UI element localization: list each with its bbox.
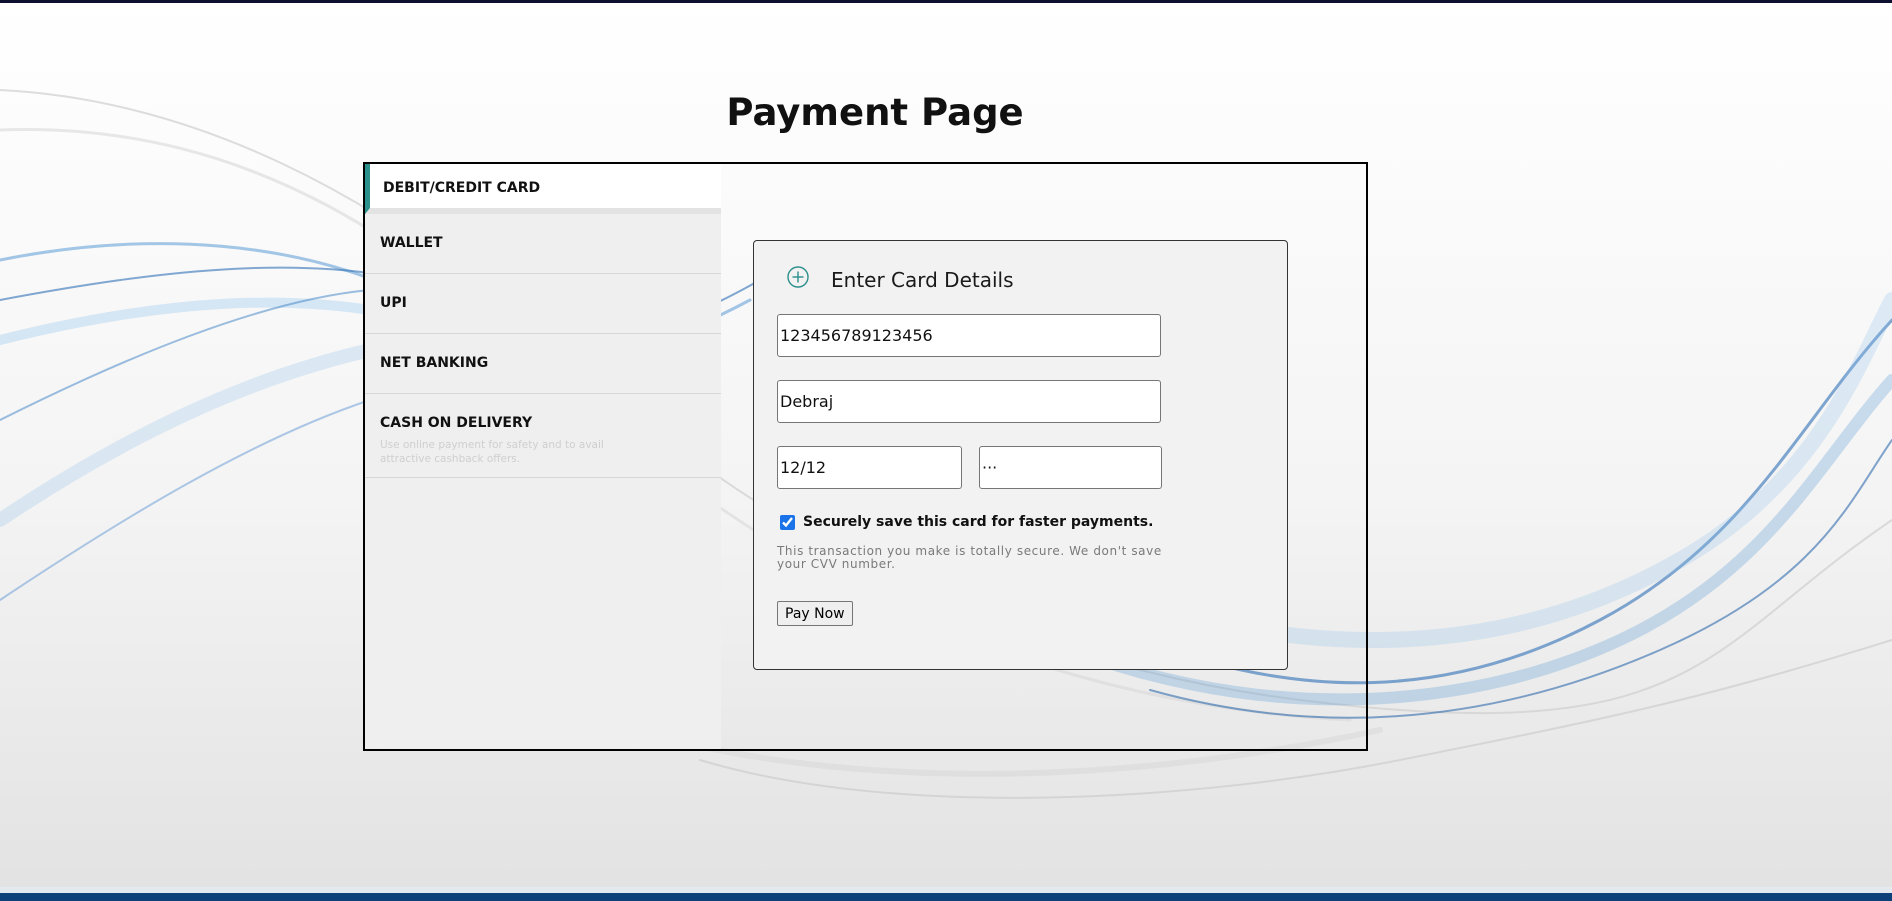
bottom-bar	[0, 887, 1892, 901]
plus-circle-icon	[787, 266, 809, 288]
page-title: Payment Page	[726, 91, 1024, 134]
tab-label: CASH ON DELIVERY	[380, 415, 533, 431]
tab-wallet[interactable]: WALLET	[365, 214, 721, 274]
expiry-date-input[interactable]	[777, 446, 962, 489]
tab-label: WALLET	[380, 235, 443, 251]
card-details-panel: Enter Card Details Securely save this ca…	[753, 240, 1288, 670]
payment-container: DEBIT/CREDIT CARD WALLET UPI NET BANKING…	[363, 162, 1368, 751]
tab-debit-credit-card[interactable]: DEBIT/CREDIT CARD	[365, 164, 721, 214]
cvv-input[interactable]	[979, 446, 1162, 489]
tab-label: UPI	[380, 295, 407, 311]
save-card-row[interactable]: Securely save this card for faster payme…	[780, 514, 1153, 530]
card-details-heading: Enter Card Details	[831, 268, 1014, 292]
tab-subtext: Use online payment for safety and to ava…	[380, 439, 604, 465]
tab-label: DEBIT/CREDIT CARD	[383, 180, 541, 196]
tab-net-banking[interactable]: NET BANKING	[365, 334, 721, 394]
save-card-checkbox[interactable]	[780, 514, 795, 530]
pay-now-button[interactable]: Pay Now	[777, 601, 853, 626]
cardholder-name-input[interactable]	[777, 380, 1161, 423]
save-card-label: Securely save this card for faster payme…	[803, 514, 1154, 530]
card-number-input[interactable]	[777, 314, 1161, 357]
tab-label: NET BANKING	[380, 355, 489, 371]
payment-method-sidebar: DEBIT/CREDIT CARD WALLET UPI NET BANKING…	[365, 164, 721, 749]
tab-upi[interactable]: UPI	[365, 274, 721, 334]
tab-cash-on-delivery[interactable]: CASH ON DELIVERY Use online payment for …	[365, 394, 721, 478]
security-note: This transaction you make is totally sec…	[777, 544, 1162, 571]
